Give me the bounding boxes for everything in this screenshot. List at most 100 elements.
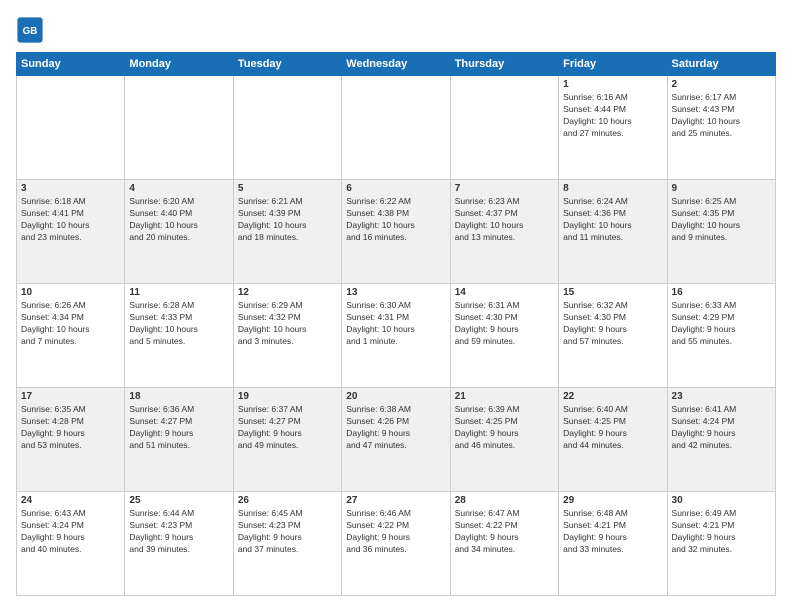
calendar-cell: 6 Sunrise: 6:22 AM Sunset: 4:38 PM Daylig… xyxy=(342,180,450,284)
day-number: 27 xyxy=(346,495,445,506)
day-info: Sunrise: 6:16 AM Sunset: 4:44 PM Dayligh… xyxy=(563,92,662,140)
calendar-cell: 29 Sunrise: 6:48 AM Sunset: 4:21 PM Dayli… xyxy=(559,492,667,596)
calendar-cell: 17 Sunrise: 6:35 AM Sunset: 4:28 PM Dayli… xyxy=(17,388,125,492)
day-number: 20 xyxy=(346,391,445,402)
calendar-cell: 25 Sunrise: 6:44 AM Sunset: 4:23 PM Dayli… xyxy=(125,492,233,596)
calendar-cell: 27Sunrise: 6:46 AM Sunset: 4:22 PM Dayli… xyxy=(342,492,450,596)
header: GB xyxy=(16,16,776,44)
day-number: 21 xyxy=(455,391,554,402)
day-number: 17 xyxy=(21,391,120,402)
calendar-cell: 9Sunrise: 6:25 AM Sunset: 4:35 PM Daylig… xyxy=(667,180,775,284)
day-number: 4 xyxy=(129,183,228,194)
col-saturday: Saturday xyxy=(667,53,775,76)
day-number: 29 xyxy=(563,495,662,506)
day-info: Sunrise: 6:44 AM Sunset: 4:23 PM Dayligh… xyxy=(129,508,228,556)
calendar-cell xyxy=(17,76,125,180)
day-number: 28 xyxy=(455,495,554,506)
day-number: 26 xyxy=(238,495,337,506)
day-info: Sunrise: 6:38 AM Sunset: 4:26 PM Dayligh… xyxy=(346,404,445,452)
page: GB Sunday Monday Tuesday Wednesday Thurs… xyxy=(0,0,792,612)
calendar-cell: 4 Sunrise: 6:20 AM Sunset: 4:40 PM Daylig… xyxy=(125,180,233,284)
day-info: Sunrise: 6:24 AM Sunset: 4:36 PM Dayligh… xyxy=(563,196,662,244)
day-number: 23 xyxy=(672,391,771,402)
day-info: Sunrise: 6:31 AM Sunset: 4:30 PM Dayligh… xyxy=(455,300,554,348)
calendar-cell: 1 Sunrise: 6:16 AM Sunset: 4:44 PM Daylig… xyxy=(559,76,667,180)
calendar-cell: 11 Sunrise: 6:28 AM Sunset: 4:33 PM Dayli… xyxy=(125,284,233,388)
day-info: Sunrise: 6:47 AM Sunset: 4:22 PM Dayligh… xyxy=(455,508,554,556)
day-number: 5 xyxy=(238,183,337,194)
calendar-cell xyxy=(342,76,450,180)
day-number: 12 xyxy=(238,287,337,298)
day-number: 16 xyxy=(672,287,771,298)
calendar-cell: 28 Sunrise: 6:47 AM Sunset: 4:22 PM Dayli… xyxy=(450,492,558,596)
calendar-cell xyxy=(233,76,341,180)
day-info: Sunrise: 6:30 AM Sunset: 4:31 PM Dayligh… xyxy=(346,300,445,348)
calendar-cell: 21 Sunrise: 6:39 AM Sunset: 4:25 PM Dayli… xyxy=(450,388,558,492)
col-sunday: Sunday xyxy=(17,53,125,76)
day-info: Sunrise: 6:29 AM Sunset: 4:32 PM Dayligh… xyxy=(238,300,337,348)
calendar-header-row: Sunday Monday Tuesday Wednesday Thursday… xyxy=(17,53,776,76)
day-number: 30 xyxy=(672,495,771,506)
col-thursday: Thursday xyxy=(450,53,558,76)
calendar-cell: 23 Sunrise: 6:41 AM Sunset: 4:24 PM Dayli… xyxy=(667,388,775,492)
day-info: Sunrise: 6:32 AM Sunset: 4:30 PM Dayligh… xyxy=(563,300,662,348)
calendar-cell: 20 Sunrise: 6:38 AM Sunset: 4:26 PM Dayli… xyxy=(342,388,450,492)
day-info: Sunrise: 6:28 AM Sunset: 4:33 PM Dayligh… xyxy=(129,300,228,348)
day-number: 25 xyxy=(129,495,228,506)
calendar-cell: 5Sunrise: 6:21 AM Sunset: 4:39 PM Daylig… xyxy=(233,180,341,284)
calendar-week-row: 3Sunrise: 6:18 AM Sunset: 4:41 PM Daylig… xyxy=(17,180,776,284)
day-number: 6 xyxy=(346,183,445,194)
calendar-cell: 30 Sunrise: 6:49 AM Sunset: 4:21 PM Dayli… xyxy=(667,492,775,596)
day-number: 7 xyxy=(455,183,554,194)
day-info: Sunrise: 6:39 AM Sunset: 4:25 PM Dayligh… xyxy=(455,404,554,452)
day-info: Sunrise: 6:22 AM Sunset: 4:38 PM Dayligh… xyxy=(346,196,445,244)
day-info: Sunrise: 6:49 AM Sunset: 4:21 PM Dayligh… xyxy=(672,508,771,556)
col-tuesday: Tuesday xyxy=(233,53,341,76)
day-info: Sunrise: 6:23 AM Sunset: 4:37 PM Dayligh… xyxy=(455,196,554,244)
col-friday: Friday xyxy=(559,53,667,76)
day-info: Sunrise: 6:40 AM Sunset: 4:25 PM Dayligh… xyxy=(563,404,662,452)
day-info: Sunrise: 6:41 AM Sunset: 4:24 PM Dayligh… xyxy=(672,404,771,452)
calendar-cell: 13 Sunrise: 6:30 AM Sunset: 4:31 PM Dayli… xyxy=(342,284,450,388)
calendar-cell: 19 Sunrise: 6:37 AM Sunset: 4:27 PM Dayli… xyxy=(233,388,341,492)
day-info: Sunrise: 6:17 AM Sunset: 4:43 PM Dayligh… xyxy=(672,92,771,140)
day-number: 2 xyxy=(672,79,771,90)
calendar-cell: 14Sunrise: 6:31 AM Sunset: 4:30 PM Dayli… xyxy=(450,284,558,388)
day-info: Sunrise: 6:26 AM Sunset: 4:34 PM Dayligh… xyxy=(21,300,120,348)
calendar-cell: 2 Sunrise: 6:17 AM Sunset: 4:43 PM Daylig… xyxy=(667,76,775,180)
day-number: 9 xyxy=(672,183,771,194)
day-number: 22 xyxy=(563,391,662,402)
day-number: 1 xyxy=(563,79,662,90)
calendar-cell: 3Sunrise: 6:18 AM Sunset: 4:41 PM Daylig… xyxy=(17,180,125,284)
day-info: Sunrise: 6:20 AM Sunset: 4:40 PM Dayligh… xyxy=(129,196,228,244)
svg-text:GB: GB xyxy=(23,26,38,37)
col-monday: Monday xyxy=(125,53,233,76)
day-info: Sunrise: 6:48 AM Sunset: 4:21 PM Dayligh… xyxy=(563,508,662,556)
calendar-cell: 12 Sunrise: 6:29 AM Sunset: 4:32 PM Dayli… xyxy=(233,284,341,388)
calendar-cell: 26 Sunrise: 6:45 AM Sunset: 4:23 PM Dayli… xyxy=(233,492,341,596)
day-number: 24 xyxy=(21,495,120,506)
day-info: Sunrise: 6:45 AM Sunset: 4:23 PM Dayligh… xyxy=(238,508,337,556)
day-number: 10 xyxy=(21,287,120,298)
calendar-cell: 22 Sunrise: 6:40 AM Sunset: 4:25 PM Dayli… xyxy=(559,388,667,492)
logo-icon: GB xyxy=(16,16,44,44)
day-info: Sunrise: 6:37 AM Sunset: 4:27 PM Dayligh… xyxy=(238,404,337,452)
calendar-table: Sunday Monday Tuesday Wednesday Thursday… xyxy=(16,52,776,596)
calendar-week-row: 10 Sunrise: 6:26 AM Sunset: 4:34 PM Dayli… xyxy=(17,284,776,388)
calendar-cell: 15 Sunrise: 6:32 AM Sunset: 4:30 PM Dayli… xyxy=(559,284,667,388)
calendar-cell xyxy=(125,76,233,180)
day-number: 18 xyxy=(129,391,228,402)
day-number: 19 xyxy=(238,391,337,402)
day-info: Sunrise: 6:18 AM Sunset: 4:41 PM Dayligh… xyxy=(21,196,120,244)
calendar-cell: 24Sunrise: 6:43 AM Sunset: 4:24 PM Dayli… xyxy=(17,492,125,596)
calendar-cell: 16Sunrise: 6:33 AM Sunset: 4:29 PM Dayli… xyxy=(667,284,775,388)
day-number: 15 xyxy=(563,287,662,298)
calendar-week-row: 17 Sunrise: 6:35 AM Sunset: 4:28 PM Dayli… xyxy=(17,388,776,492)
day-info: Sunrise: 6:35 AM Sunset: 4:28 PM Dayligh… xyxy=(21,404,120,452)
calendar-week-row: 24Sunrise: 6:43 AM Sunset: 4:24 PM Dayli… xyxy=(17,492,776,596)
day-number: 11 xyxy=(129,287,228,298)
day-number: 13 xyxy=(346,287,445,298)
day-info: Sunrise: 6:36 AM Sunset: 4:27 PM Dayligh… xyxy=(129,404,228,452)
calendar-week-row: 1 Sunrise: 6:16 AM Sunset: 4:44 PM Daylig… xyxy=(17,76,776,180)
calendar-cell: 10 Sunrise: 6:26 AM Sunset: 4:34 PM Dayli… xyxy=(17,284,125,388)
